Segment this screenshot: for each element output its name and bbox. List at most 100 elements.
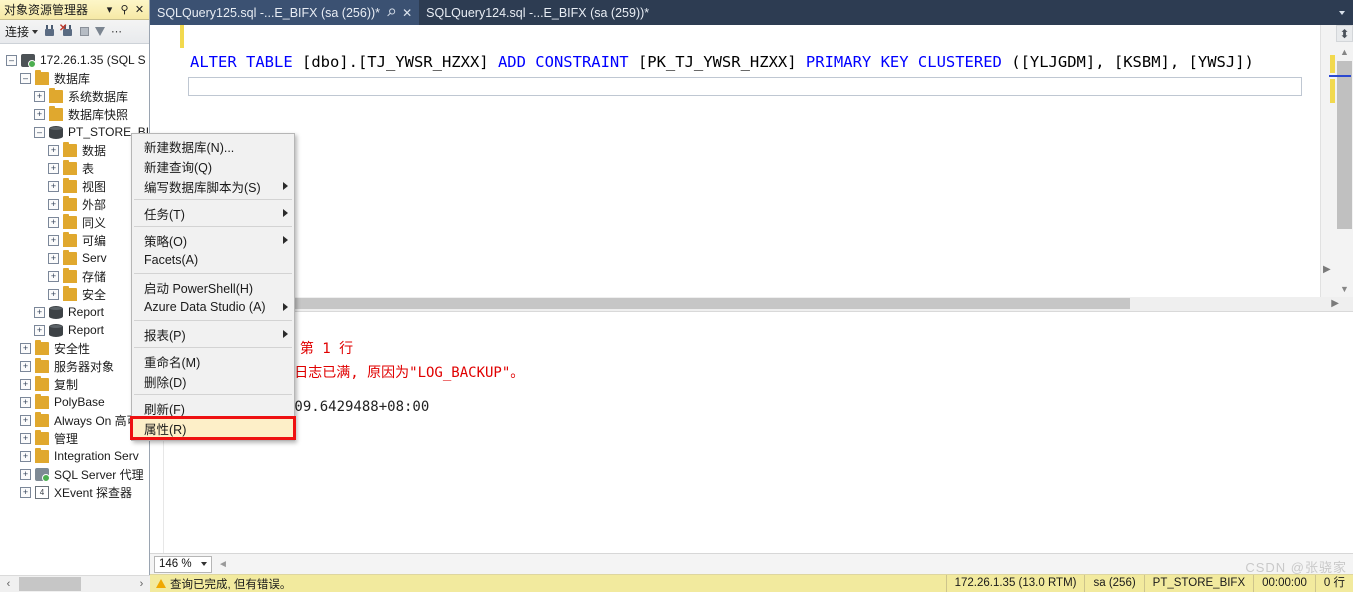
tree-item[interactable]: + 服务器对象 (0, 357, 149, 375)
expand-icon[interactable]: + (20, 378, 31, 390)
expand-icon[interactable]: + (20, 396, 31, 408)
sql-editor-pane[interactable]: ALTER TABLE [dbo].[TJ_YWSR_HZXX] ADD CON… (150, 25, 1320, 297)
scroll-thumb[interactable] (165, 298, 1130, 309)
filter-icon[interactable] (95, 27, 106, 36)
expand-icon[interactable]: + (20, 468, 31, 480)
tree-item[interactable]: + 安全 (0, 285, 149, 303)
menu-item[interactable]: Azure Data Studio (A) (132, 297, 294, 317)
tree-item[interactable]: + 复制 (0, 375, 149, 393)
tree-item[interactable]: – PT_STORE_BI (0, 123, 149, 141)
expand-icon[interactable]: + (34, 90, 45, 102)
tree-item[interactable]: + 可编 (0, 231, 149, 249)
close-icon[interactable]: ✕ (132, 2, 147, 18)
expand-icon[interactable]: + (48, 162, 59, 174)
pin-icon[interactable]: ⚲ (384, 5, 399, 20)
expand-icon[interactable]: + (34, 306, 45, 318)
menu-item[interactable]: 启动 PowerShell(H) (132, 277, 294, 297)
expand-icon[interactable]: + (34, 324, 45, 336)
object-explorer-tree[interactable]: –172.26.1.35 (SQL S – 数据库 + 系统数据库 + 数据库快照 – PT_S… (0, 45, 149, 570)
tree-item[interactable]: + Always On 高可用 (0, 411, 149, 429)
tree-item[interactable]: + 系统数据库 (0, 87, 149, 105)
tree-item[interactable]: + 外部 (0, 195, 149, 213)
editor-vertical-scrollbar[interactable]: ⬍ ▲ ▼ ▶ (1320, 25, 1353, 297)
tree-item[interactable]: + Serv (0, 249, 149, 267)
scroll-track[interactable] (17, 576, 133, 592)
more-icon[interactable]: ⋯ (111, 25, 122, 38)
expand-icon[interactable]: + (48, 216, 59, 228)
tree-item[interactable]: + 同义 (0, 213, 149, 231)
messages-pane[interactable]: 级别 17, 状态 2, 第 1 行 TORE_BIFX"的事务日志已满, 原因… (150, 311, 1353, 553)
menu-item[interactable]: 属性(R) (130, 416, 296, 440)
tab-overflow-button[interactable] (1331, 0, 1353, 25)
object-explorer-horizontal-scrollbar[interactable]: ‹ › (0, 575, 150, 592)
expand-icon[interactable]: + (48, 288, 59, 300)
tree-item[interactable]: + SQL Server 代理 (0, 465, 149, 483)
expand-icon[interactable]: + (20, 450, 31, 462)
menu-item[interactable]: 策略(O) (132, 230, 294, 250)
scroll-up-icon[interactable]: ▲ (1336, 43, 1353, 60)
zoom-level-select[interactable]: 146 % (154, 555, 212, 573)
expand-icon[interactable]: + (20, 486, 31, 498)
chevron-down-icon[interactable]: ▾ (102, 2, 117, 18)
tree-item[interactable]: – 172.26.1.35 (SQL S (0, 51, 149, 69)
tree-item[interactable]: +4 XEvent 探查器 (0, 483, 149, 501)
tree-item[interactable]: + 表 (0, 159, 149, 177)
connect-plug-icon[interactable] (44, 24, 56, 39)
menu-item[interactable]: 新建数据库(N)... (132, 136, 294, 156)
scroll-thumb[interactable] (1337, 61, 1352, 229)
stop-icon[interactable] (80, 27, 90, 36)
expand-icon[interactable]: + (48, 198, 59, 210)
tree-item[interactable]: + 管理 (0, 429, 149, 447)
sql-code-line[interactable]: ALTER TABLE [dbo].[TJ_YWSR_HZXX] ADD CON… (190, 53, 1254, 71)
menu-item[interactable]: Facets(A) (132, 250, 294, 270)
tree-item[interactable]: + 视图 (0, 177, 149, 195)
expand-icon[interactable]: + (20, 414, 31, 426)
editor-horizontal-scrollbar[interactable]: ▶ (150, 297, 1353, 311)
expand-icon[interactable]: + (34, 108, 45, 120)
scroll-left-icon[interactable]: ‹ (0, 576, 17, 592)
tree-item[interactable]: + 数据库快照 (0, 105, 149, 123)
scroll-right-icon[interactable]: › (133, 576, 150, 592)
scroll-down-icon[interactable]: ▼ (1336, 280, 1353, 297)
menu-item[interactable]: 任务(T) (132, 203, 294, 223)
database-context-menu[interactable]: 新建数据库(N)... 新建查询(Q) 编写数据库脚本为(S) 任务(T) 策略(O) F… (130, 133, 296, 441)
tree-item[interactable]: + Report (0, 303, 149, 321)
menu-item[interactable]: 编写数据库脚本为(S) (132, 176, 294, 196)
expand-icon[interactable]: + (48, 252, 59, 264)
connect-button[interactable]: 连接 (5, 23, 39, 40)
tree-item[interactable]: + 数据 (0, 141, 149, 159)
pin-icon[interactable]: ⚲ (117, 2, 132, 18)
scroll-left-icon[interactable]: ◄ (218, 559, 228, 570)
tab-sqlquery125[interactable]: SQLQuery125.sql -...E_BIFX (sa (256))* ⚲… (150, 0, 420, 25)
expand-icon[interactable]: + (20, 360, 31, 372)
menu-item[interactable]: 重命名(M) (132, 351, 294, 371)
tree-item[interactable]: + 存储 (0, 267, 149, 285)
close-icon[interactable]: ✕ (402, 6, 412, 20)
collapse-icon[interactable]: – (6, 54, 17, 66)
menu-item[interactable]: 删除(D) (132, 371, 294, 391)
scroll-right-icon[interactable]: ▶ (1323, 264, 1331, 275)
disconnect-plug-icon[interactable]: ✕ (59, 23, 74, 39)
menu-item[interactable]: 报表(P) (132, 324, 294, 344)
expand-icon[interactable]: + (20, 342, 31, 354)
collapse-icon[interactable]: – (20, 72, 31, 84)
tree-item[interactable]: + 安全性 (0, 339, 149, 357)
expand-icon[interactable]: + (20, 432, 31, 444)
expand-icon[interactable]: + (48, 180, 59, 192)
expand-icon[interactable]: + (48, 234, 59, 246)
tree-item-label: 可编 (82, 233, 107, 248)
tree-item[interactable]: + PolyBase (0, 393, 149, 411)
tree-item[interactable]: + Integration Serv (0, 447, 149, 465)
menu-item-label: 删除(D) (144, 375, 187, 390)
scroll-right-icon[interactable]: ▶ (1331, 298, 1339, 309)
tree-item[interactable]: – 数据库 (0, 69, 149, 87)
expand-icon[interactable]: + (48, 144, 59, 156)
tree-item[interactable]: + Report (0, 321, 149, 339)
collapse-icon[interactable]: – (34, 126, 45, 138)
scroll-thumb[interactable] (19, 576, 81, 591)
menu-item[interactable]: 新建查询(Q) (132, 156, 294, 176)
menu-item[interactable]: 刷新(F) (132, 398, 294, 418)
expand-icon[interactable]: + (48, 270, 59, 282)
split-editor-icon[interactable]: ⬍ (1336, 25, 1353, 42)
tab-sqlquery124[interactable]: SQLQuery124.sql -...E_BIFX (sa (259))* (419, 0, 656, 25)
